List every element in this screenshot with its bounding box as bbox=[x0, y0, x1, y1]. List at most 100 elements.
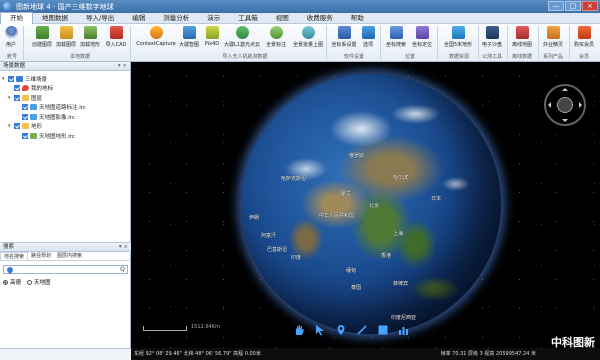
group-label-position: 位置 bbox=[404, 54, 415, 60]
tree-item-layers[interactable]: ▾ 图层 bbox=[2, 93, 128, 103]
contextcapture-button[interactable]: ContextCapture bbox=[136, 26, 176, 47]
panorama-batch-icon bbox=[301, 26, 315, 39]
radio-icon bbox=[27, 280, 33, 285]
globe-label: 香港 bbox=[381, 253, 392, 259]
field-assistant-icon bbox=[546, 26, 560, 39]
status-bar: 东经 92° 08' 29.46" 北纬 48° 06' 56.79" 高程 0… bbox=[131, 348, 600, 360]
globe-label: 中华人民共和国 bbox=[319, 213, 355, 219]
navigation-compass[interactable] bbox=[544, 84, 586, 126]
membership-icon bbox=[577, 26, 591, 39]
panorama-mark-button[interactable]: 全景标注 bbox=[262, 26, 290, 48]
separator bbox=[130, 26, 131, 60]
line-draw-icon[interactable] bbox=[356, 324, 368, 336]
measure-chart-icon[interactable] bbox=[398, 324, 410, 336]
checkbox[interactable] bbox=[14, 94, 20, 101]
checkbox[interactable] bbox=[8, 75, 14, 82]
crs-icon bbox=[337, 26, 351, 39]
menu-map-data[interactable]: 地图数据 bbox=[33, 13, 77, 24]
globe-label: 缅甸 bbox=[346, 268, 357, 274]
group-label-account: 账号 bbox=[6, 54, 17, 60]
checkbox[interactable] bbox=[14, 123, 20, 130]
tree-item-road-labels[interactable]: 天地图道路标注.lrc bbox=[2, 103, 128, 113]
folder-icon bbox=[59, 26, 73, 39]
field-assistant-button[interactable]: 外业精灵 bbox=[538, 26, 568, 48]
close-button[interactable]: × bbox=[582, 1, 598, 11]
panorama-batch-button[interactable]: 全景批量上图 bbox=[290, 26, 326, 48]
menu-view[interactable]: 视图 bbox=[267, 13, 298, 24]
import-cad-button[interactable]: 导入CAD bbox=[99, 26, 133, 48]
polygon-draw-icon[interactable] bbox=[377, 324, 389, 336]
globe-viewport[interactable]: 俄罗斯 哈萨克斯坦 蒙古 中华人民共和国 印度 日本 菲律宾 缅甸 泰国 伊朗 … bbox=[131, 62, 600, 348]
pan-up-icon[interactable] bbox=[562, 85, 568, 91]
checkbox[interactable] bbox=[22, 132, 28, 139]
placemark-icon[interactable] bbox=[335, 324, 347, 336]
maximize-button[interactable]: □ bbox=[565, 1, 581, 11]
offline-map-button[interactable]: 离线地图 bbox=[507, 26, 537, 48]
layer-tree: ▾ 三维场景 我的地标 ▾ 图层 天地图道路标注.lrc 天地图影像.lrc ▾ 地形… bbox=[0, 71, 130, 144]
dji-l1-pointcloud-button[interactable]: 大疆L1激光点云 bbox=[222, 26, 262, 48]
location-pin-icon bbox=[5, 265, 15, 274]
pan-right-icon[interactable] bbox=[579, 102, 585, 108]
folder-icon bbox=[22, 94, 29, 101]
search-input[interactable]: Q bbox=[3, 265, 128, 274]
search-button[interactable]: Q bbox=[118, 266, 127, 273]
menu-help[interactable]: 帮助 bbox=[342, 13, 373, 24]
tab-layer-search[interactable]: 图层内搜索 bbox=[54, 252, 85, 260]
pin-icon[interactable]: ▾ × bbox=[118, 62, 127, 71]
render-stats: 帧率 70.31 层级 3 视高 20599547.24 米 bbox=[440, 351, 536, 357]
sandtable-button[interactable]: 电子沙盘 bbox=[478, 26, 506, 48]
search-provider: 高德 天地图 bbox=[0, 278, 131, 286]
checkbox[interactable] bbox=[22, 113, 28, 120]
group-label-local-data: 本地数据 bbox=[69, 54, 90, 60]
dji-terra-button[interactable]: 大疆智图 bbox=[176, 26, 202, 48]
crs-settings-button[interactable]: 坐标系设置 bbox=[328, 26, 360, 48]
minimize-button[interactable]: — bbox=[548, 1, 564, 11]
select-arrow-icon[interactable] bbox=[314, 324, 326, 336]
menu-home[interactable]: 开始 bbox=[0, 12, 33, 24]
options-button[interactable]: 选项 bbox=[358, 26, 378, 48]
globe-label: 哈尔滨 bbox=[393, 175, 409, 181]
terrain-5m-button[interactable]: 全国5米地形 bbox=[438, 26, 478, 48]
hand-pan-icon[interactable] bbox=[293, 324, 305, 336]
tree-item-my-places[interactable]: 我的地标 bbox=[2, 84, 128, 94]
tree-item-terrain[interactable]: ▾ 地形 bbox=[2, 122, 128, 132]
radio-selected-icon bbox=[3, 280, 8, 285]
tab-place-search[interactable]: 地名搜索 bbox=[0, 252, 29, 260]
group-label-drone-import: 导入无人机航测数据 bbox=[222, 54, 268, 60]
coordinate-locate-button[interactable]: 坐标定位 bbox=[408, 26, 436, 48]
radio-gaode[interactable]: 高德 bbox=[3, 278, 21, 286]
title-bar: 图新地球 4 - 国产三维数字地球 — □ × bbox=[0, 0, 600, 13]
radio-tianditu[interactable]: 天地图 bbox=[27, 278, 51, 286]
checkbox[interactable] bbox=[14, 85, 20, 92]
pan-left-icon[interactable] bbox=[545, 102, 551, 108]
checkbox[interactable] bbox=[22, 104, 28, 111]
separator bbox=[23, 26, 24, 60]
pan-down-icon[interactable] bbox=[562, 119, 568, 125]
gear-icon bbox=[361, 26, 375, 39]
globe-label: 印度尼西亚 bbox=[391, 315, 417, 321]
menu-presentation[interactable]: 演示 bbox=[198, 13, 229, 24]
coordinate-search-button[interactable]: 坐标搜索 bbox=[382, 26, 410, 48]
scale-label: 1512.64Km bbox=[191, 324, 220, 330]
globe-label: 泰国 bbox=[351, 285, 362, 291]
globe-label: 伊朗 bbox=[249, 215, 260, 221]
menu-measure[interactable]: 测量分析 bbox=[154, 13, 198, 24]
menu-bar: 开始 地图数据 导入/导出 编辑 测量分析 演示 工具箱 视图 收费服务 帮助 bbox=[0, 12, 600, 24]
pin-icon[interactable]: ▾ × bbox=[119, 243, 128, 252]
compass-center[interactable] bbox=[557, 97, 573, 113]
buy-membership-button[interactable]: 购买会员 bbox=[569, 26, 599, 48]
tree-item-terrain-layer[interactable]: 天地图地形.lrc bbox=[2, 131, 128, 141]
tree-item-scene[interactable]: ▾ 三维场景 bbox=[2, 74, 128, 84]
menu-paid-services[interactable]: 收费服务 bbox=[298, 13, 342, 24]
tile-layer-icon bbox=[30, 113, 37, 120]
tab-route-planning[interactable]: 路径规划 bbox=[28, 252, 54, 260]
pix4d-icon bbox=[205, 26, 219, 39]
menu-import-export[interactable]: 导入/导出 bbox=[77, 13, 123, 24]
folder-icon bbox=[22, 123, 29, 130]
pix4d-button[interactable]: Pix4D bbox=[201, 26, 223, 47]
menu-edit[interactable]: 编辑 bbox=[123, 13, 154, 24]
tree-item-imagery[interactable]: 天地图影像.lrc bbox=[2, 112, 128, 122]
user-button[interactable]: 用户 bbox=[0, 26, 22, 48]
menu-toolbox[interactable]: 工具箱 bbox=[229, 13, 267, 24]
sandtable-icon bbox=[485, 26, 499, 39]
